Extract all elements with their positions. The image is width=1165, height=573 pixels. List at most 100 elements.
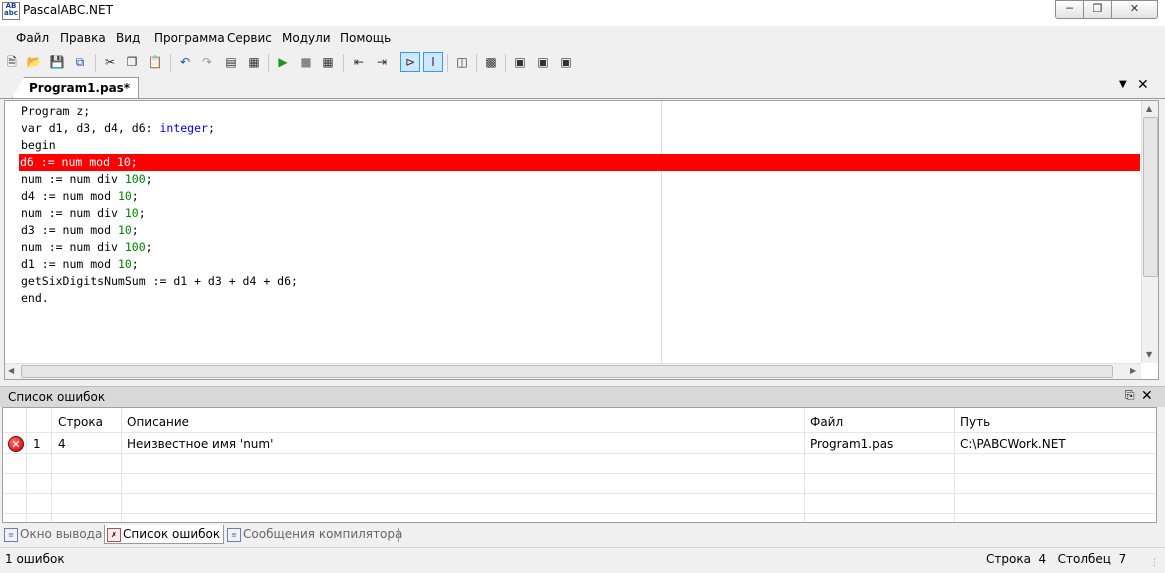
toolbar-separator	[447, 54, 448, 72]
status-bar: 1 ошибок Строка 4 Столбец 7 ⋮	[0, 547, 1165, 572]
column-header-description[interactable]: Описание	[127, 415, 189, 429]
menu-file[interactable]: Файл	[16, 31, 49, 45]
pin-icon[interactable]: ⎘	[1125, 388, 1135, 403]
save-all-icon[interactable]: ⧉	[71, 53, 89, 71]
code-line[interactable]: var d1, d3, d4, d6: integer;	[20, 120, 1140, 137]
input-mode-toggle-icon[interactable]: I	[423, 52, 443, 72]
format-code-icon[interactable]: ◫	[453, 53, 471, 71]
menu-program[interactable]: Программа	[154, 31, 225, 45]
minimize-button[interactable]: ─	[1055, 0, 1084, 19]
file-tab-strip: Program1.pas* ▼ ✕	[0, 77, 1165, 99]
grid-column-divider	[26, 408, 27, 522]
module-icon-3[interactable]: ▣	[557, 53, 575, 71]
replace-icon[interactable]: ▦	[245, 53, 263, 71]
paste-icon[interactable]: 📋	[146, 53, 164, 71]
scroll-left-icon[interactable]: ◀	[8, 366, 14, 375]
run-icon[interactable]: ▶	[274, 53, 292, 71]
find-icon[interactable]: ▤	[222, 53, 240, 71]
grid-column-divider	[51, 408, 52, 522]
copy-icon[interactable]: ❐	[123, 53, 141, 71]
horizontal-scrollbar[interactable]: ◀ ▶	[5, 363, 1141, 379]
maximize-button[interactable]: ❐	[1083, 0, 1112, 19]
stop-icon[interactable]: ■	[297, 53, 315, 71]
grid-row-divider	[3, 493, 1156, 494]
form-designer-icon[interactable]: ▩	[482, 53, 500, 71]
close-panel-icon[interactable]: ✕	[1141, 388, 1153, 404]
module-icon-2[interactable]: ▣	[534, 53, 552, 71]
error-row-file[interactable]: Program1.pas	[810, 437, 893, 451]
tab-error-list[interactable]: ✗ Список ошибок	[104, 525, 224, 544]
column-header-file[interactable]: Файл	[810, 415, 843, 429]
output-window-icon: ≡	[4, 528, 18, 542]
error-row-path[interactable]: C:\PABCWork.NET	[960, 437, 1066, 451]
error-icon: ✕	[8, 436, 24, 452]
menu-modules[interactable]: Модули	[282, 31, 331, 45]
new-file-icon[interactable]: 🗎	[3, 53, 21, 71]
scroll-down-icon[interactable]: ▼	[1146, 350, 1152, 359]
tab-compiler-messages[interactable]: ≡ Сообщения компилятора	[225, 525, 413, 543]
error-row-line[interactable]: 4	[58, 437, 66, 451]
menu-service[interactable]: Сервис	[227, 31, 272, 45]
error-panel-title: Список ошибок	[8, 390, 106, 404]
close-tab-icon[interactable]: ✕	[1137, 77, 1149, 93]
code-line[interactable]: begin	[20, 137, 1140, 154]
toolbar-separator	[95, 54, 96, 72]
toolbar-separator	[268, 54, 269, 72]
step-into-icon[interactable]: ⇤	[350, 53, 368, 71]
app-icon: AB abc	[2, 2, 20, 20]
grid-row-divider	[3, 432, 1156, 433]
tab-list-dropdown-icon[interactable]: ▼	[1119, 79, 1127, 90]
window-title: PascalABC.NET	[23, 3, 113, 17]
grid-column-divider	[954, 408, 955, 522]
cut-icon[interactable]: ✂	[101, 53, 119, 71]
step-over-icon[interactable]: ⇥	[373, 53, 391, 71]
grid-column-divider	[804, 408, 805, 522]
toolbar: 🗎 📂 💾 ⧉ ✂ ❐ 📋 ↶ ↷ ▤ ▦ ▶ ■ ▦ ⇤ ⇥ ⊳ I ◫ ▩ …	[0, 50, 1165, 76]
error-grid[interactable]: Строка Описание Файл Путь ✕ 1 4 Неизвест…	[2, 407, 1157, 523]
compile-icon[interactable]: ▦	[319, 53, 337, 71]
menu-help[interactable]: Помощь	[340, 31, 391, 45]
code-line[interactable]: d3 := num mod 10;	[20, 222, 1140, 239]
code-editor[interactable]: Program z; var d1, d3, d4, d6: integer; be…	[4, 100, 1159, 380]
vertical-scrollbar[interactable]: ▲ ▼	[1141, 101, 1158, 363]
code-line[interactable]: end.	[20, 290, 1140, 307]
title-bar: AB abc PascalABC.NET ─ ❐ ✕	[0, 0, 1165, 26]
tab-program1[interactable]: Program1.pas*	[12, 77, 140, 98]
code-line[interactable]: num := num div 10;	[20, 205, 1140, 222]
scroll-right-icon[interactable]: ▶	[1130, 366, 1136, 375]
resize-grip-icon[interactable]: ⋮	[1150, 558, 1159, 568]
menu-edit[interactable]: Правка	[60, 31, 106, 45]
code-line[interactable]: d4 := num mod 10;	[20, 188, 1140, 205]
cursor-position-status: Строка 4 Столбец 7	[986, 552, 1127, 566]
error-panel-header: Список ошибок ⎘ ✕	[0, 386, 1165, 407]
tab-output-window[interactable]: ≡ Окно вывода	[2, 525, 116, 543]
horizontal-scroll-thumb[interactable]	[21, 365, 1113, 378]
close-window-button[interactable]: ✕	[1111, 0, 1158, 19]
code-line[interactable]: getSixDigitsNumSum := d1 + d3 + d4 + d6;	[20, 273, 1140, 290]
code-area[interactable]: Program z; var d1, d3, d4, d6: integer; be…	[19, 103, 1140, 307]
vertical-scroll-thumb[interactable]	[1143, 117, 1158, 277]
error-row-description[interactable]: Неизвестное имя 'num'	[127, 437, 273, 451]
output-window-toggle-icon[interactable]: ⊳	[400, 52, 420, 72]
toolbar-separator	[505, 54, 506, 72]
tab-compiler-messages-label: Сообщения компилятора	[243, 527, 403, 541]
menu-view[interactable]: Вид	[116, 31, 140, 45]
bottom-tab-strip: ≡ Окно вывода ✗ Список ошибок ≡ Сообщени…	[0, 523, 1165, 545]
code-line[interactable]: num := num div 100;	[20, 239, 1140, 256]
error-highlighted-line[interactable]: d6 := num mod 10;	[19, 154, 1140, 171]
scroll-up-icon[interactable]: ▲	[1146, 104, 1152, 113]
error-row-number[interactable]: 1	[33, 437, 41, 451]
grid-row-divider	[3, 473, 1156, 474]
code-line[interactable]: d1 := num mod 10;	[20, 256, 1140, 273]
open-folder-icon[interactable]: 📂	[25, 53, 43, 71]
column-header-line[interactable]: Строка	[58, 415, 103, 429]
column-header-path[interactable]: Путь	[960, 415, 990, 429]
grid-column-divider	[121, 408, 122, 522]
module-icon-1[interactable]: ▣	[511, 53, 529, 71]
save-icon[interactable]: 💾	[48, 53, 66, 71]
code-line[interactable]: num := num div 100;	[20, 171, 1140, 188]
error-list-icon: ✗	[107, 528, 121, 542]
undo-icon[interactable]: ↶	[176, 53, 194, 71]
code-line[interactable]: Program z;	[20, 103, 1140, 120]
redo-icon[interactable]: ↷	[198, 53, 216, 71]
